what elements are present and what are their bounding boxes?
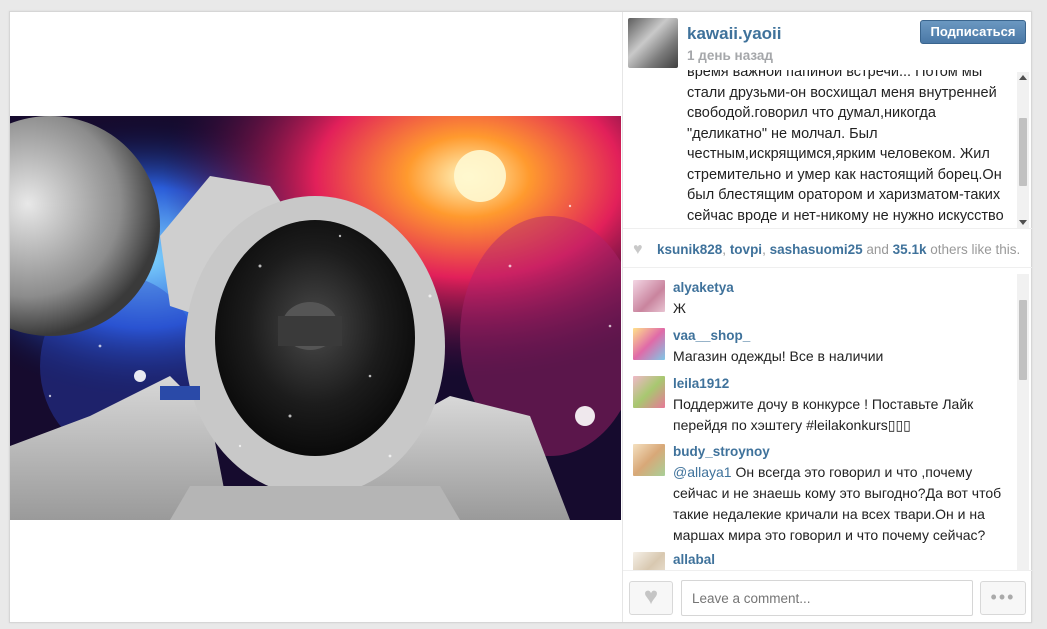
post-header: kawaii.yaoii 1 день назад Подписаться (623, 12, 1032, 70)
post-modal: kawaii.yaoii 1 день назад Подписаться вр… (9, 11, 1032, 623)
comment-username[interactable]: allabal (673, 552, 715, 567)
like-button[interactable]: ♥ (629, 581, 673, 615)
avatar[interactable] (633, 552, 665, 570)
liker-link[interactable]: sashasuomi25 (770, 242, 863, 257)
comments-scrollbar[interactable] (1017, 274, 1029, 570)
comment-text: Магазин одежды! Все в наличии (673, 348, 884, 364)
scroll-down-icon[interactable] (1019, 220, 1027, 225)
heart-icon: ♥ (643, 583, 659, 610)
scroll-thumb[interactable] (1019, 300, 1027, 380)
post-photo[interactable] (10, 116, 621, 520)
liker-link[interactable]: tovpi (730, 242, 762, 257)
comment-username[interactable]: alyaketya (673, 280, 734, 295)
avatar[interactable] (633, 280, 665, 312)
avatar[interactable] (633, 328, 665, 360)
post-timestamp[interactable]: 1 день назад (687, 48, 773, 63)
comment-username[interactable]: budy_stroynoy (673, 444, 770, 459)
list-item: allabal (633, 552, 1013, 570)
mention-link[interactable]: @allaya1 (673, 464, 732, 480)
caption-scrollbar[interactable] (1017, 72, 1029, 228)
more-options-button[interactable]: ••• (980, 581, 1026, 615)
scroll-up-icon[interactable] (1019, 75, 1027, 80)
post-caption: время важной папиной встречи... Потом мы… (687, 70, 1004, 224)
liker-link[interactable]: ksunik828 (657, 242, 722, 257)
list-item: leila1912 Поддержите дочу в конкурсе ! П… (633, 376, 1013, 440)
comment-username[interactable]: leila1912 (673, 376, 729, 391)
scroll-thumb[interactable] (1019, 118, 1027, 186)
avatar[interactable] (628, 18, 678, 68)
post-username[interactable]: kawaii.yaoii (687, 24, 782, 44)
likes-count[interactable]: 35.1k (893, 242, 927, 257)
ellipsis-icon: ••• (990, 587, 1016, 607)
avatar[interactable] (633, 376, 665, 408)
likes-summary: ksunik828, tovpi, sashasuomi25 and 35.1k… (657, 242, 1021, 257)
comment-input[interactable] (681, 580, 973, 616)
caption-container: время важной папиной встречи... Потом мы… (623, 70, 1032, 228)
list-item: alyaketya Ж (633, 280, 1013, 324)
comment-username[interactable]: vaa__shop_ (673, 328, 750, 343)
comment-text: Поддержите дочу в конкурсе ! Поставьте Л… (673, 396, 974, 433)
comment-footer: ♥ ••• (623, 570, 1032, 622)
photo-pane (10, 12, 621, 622)
heart-icon: ♥ (633, 241, 643, 258)
list-item: vaa__shop_ Магазин одежды! Все в наличии (633, 328, 1013, 372)
comment-text: @allaya1 Он всегда это говорил и что ,по… (673, 464, 1002, 543)
follow-button[interactable]: Подписаться (920, 20, 1026, 44)
comments-list: alyaketya Ж vaa__shop_ Магазин одежды! В… (623, 274, 1032, 570)
comment-text: Ж (673, 300, 686, 316)
avatar[interactable] (633, 444, 665, 476)
list-item: budy_stroynoy @allaya1 Он всегда это гов… (633, 444, 1013, 550)
likes-bar: ♥ ksunik828, tovpi, sashasuomi25 and 35.… (623, 228, 1032, 268)
post-sidebar: kawaii.yaoii 1 день назад Подписаться вр… (622, 12, 1032, 622)
